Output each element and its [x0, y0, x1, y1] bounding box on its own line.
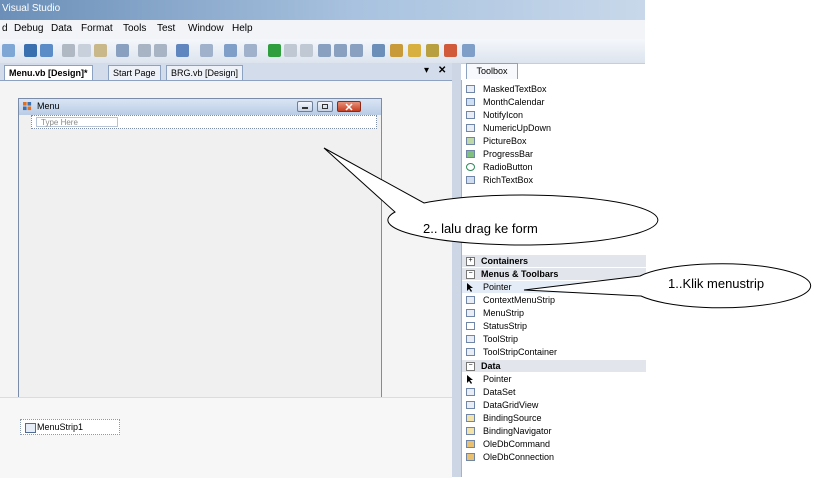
- callout-click-text: 1..Klik menustrip: [668, 276, 765, 291]
- callout-drag-text: 2.. lalu drag ke form: [423, 221, 538, 236]
- callout-annotations: [323, 147, 812, 309]
